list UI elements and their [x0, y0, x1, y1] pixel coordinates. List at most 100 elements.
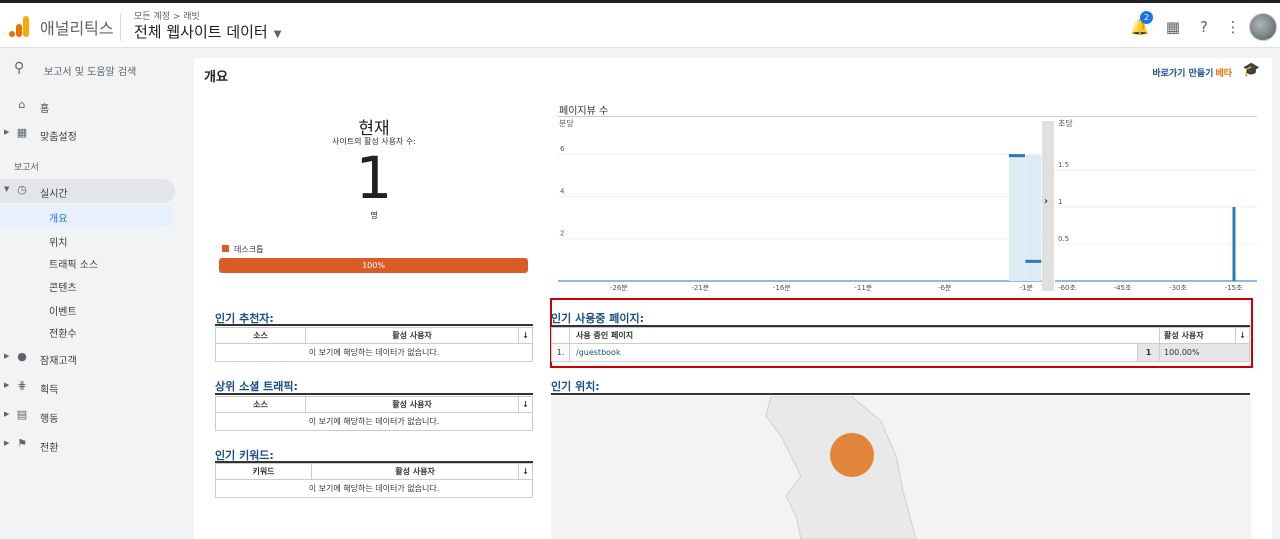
home-icon: ⌂ [18, 98, 26, 111]
sidebar-item-label: 맞춤설정 [40, 132, 77, 143]
app-name[interactable]: 애널리틱스 [40, 15, 114, 39]
bar-second--15 [1232, 207, 1236, 281]
location-bubble [830, 433, 874, 477]
analytics-logo-icon[interactable] [8, 15, 30, 37]
shortcut-label: 바로가기 만들기 [1152, 69, 1214, 79]
y-tick-label: 1.5 [1058, 161, 1069, 169]
sidebar-item-conversions[interactable]: ▶ ⚑ 전환 [0, 433, 190, 457]
dashboard-icon: ▦ [16, 126, 28, 139]
property-selector[interactable]: 전체 웹사이트 데이터 ▼ [134, 21, 281, 42]
create-shortcut-link[interactable]: 바로가기 만들기 베타 [1152, 66, 1232, 79]
col-header-active-users[interactable]: 활성 사용자 [305, 396, 519, 413]
y-tick-label: 6 [560, 145, 565, 153]
col-header-keyword[interactable]: 키워드 [215, 463, 312, 480]
sidebar-subitem-events[interactable]: 이벤트 [0, 298, 175, 320]
search-icon: ⚲ [14, 60, 25, 76]
divider [120, 13, 121, 41]
col-header-source[interactable]: 소스 [215, 396, 306, 413]
top-bar: 애널리틱스 모든 계정 > 래빗 전체 웹사이트 데이터 ▼ 🔔 2 ▦ ? ⋮ [0, 0, 1280, 48]
property-name: 전체 웹사이트 데이터 [134, 23, 268, 41]
sidebar-item-behavior[interactable]: ▶ ▤ 행동 [0, 404, 190, 428]
sidebar-item-home[interactable]: ⌂ 홈 [0, 94, 190, 118]
more-vert-icon[interactable]: ⋮ [1223, 17, 1243, 37]
row-page-link[interactable]: /guestbook [569, 343, 1138, 362]
sort-arrow-icon[interactable]: ↓ [518, 463, 533, 480]
chevron-right-icon: › [1044, 196, 1048, 207]
avatar[interactable] [1249, 13, 1277, 41]
panel-divider [551, 393, 1250, 395]
top-social-title: 상위 소셜 트래픽: [215, 380, 298, 393]
col-header-active-users[interactable]: 활성 사용자 [305, 327, 519, 344]
x-tick-label: -21분 [691, 284, 709, 291]
legend-swatch [222, 245, 229, 252]
help-icon[interactable]: ? [1194, 17, 1214, 37]
active-users-unit: 명 [370, 211, 378, 220]
x-tick-label: -15초 [1225, 284, 1243, 291]
sort-arrow-icon[interactable]: ↓ [518, 396, 533, 413]
sort-arrow-icon[interactable]: ↓ [518, 327, 533, 344]
active-users-count: 1 [355, 144, 393, 212]
sidebar-subitem-locations[interactable]: 위치 [0, 229, 175, 251]
sidebar-subitem-traffic-sources[interactable]: 트래픽 소스 [0, 251, 175, 273]
expand-arrow-icon: ▶ [4, 381, 10, 389]
second-chart-title: 초당 [1058, 118, 1073, 128]
expand-arrow-icon: ▶ [4, 128, 10, 136]
top-pages-table: 사용 중인 페이지 활성 사용자 ↓ 1. /guestbook 1 100.0… [551, 327, 1250, 362]
beta-badge: 베타 [1215, 69, 1232, 79]
bar--2 [1009, 154, 1025, 158]
search-placeholder: 보고서 및 도움말 검색 [44, 67, 137, 78]
main-content: 개요 바로가기 만들기 베타 🎓 현재 사이트의 활성 사용자 수: 1 명 데스… [194, 58, 1272, 539]
y-tick-label: 0.5 [1058, 235, 1069, 243]
top-referrals-table: 소스 활성 사용자 ↓ 이 보기에 해당하는 데이터가 없습니다. [215, 327, 533, 362]
x-tick-label: -11분 [854, 284, 872, 291]
col-header-active-users[interactable]: 활성 사용자 [311, 463, 519, 480]
y-tick-label: 4 [560, 187, 565, 195]
col-header-rank [551, 327, 570, 344]
location-map[interactable] [551, 396, 1251, 539]
y-tick-label: 2 [560, 230, 564, 238]
sidebar-item-audience[interactable]: ▶ ● 잠재고객 [0, 346, 190, 370]
sidebar-item-label: 행동 [40, 414, 59, 425]
pageviews-chart-svg: 분당 2 4 6 -26분 -21분 -16분 -11분 -6분 -1분 › 초당 0.5 1 1.5 -60… [558, 118, 1257, 292]
device-legend: 데스크톱 [222, 244, 263, 255]
empty-message: 이 보기에 해당하는 데이터가 없습니다. [215, 479, 533, 498]
minute-plot-area [558, 121, 1042, 281]
sidebar-item-label: 획득 [40, 385, 59, 396]
sidebar-item-customization[interactable]: ▶ ▦ 맞춤설정 [0, 122, 190, 146]
sidebar-subitem-overview[interactable]: 개요 [0, 205, 175, 227]
col-header-active-users[interactable]: 활성 사용자 [1159, 327, 1236, 344]
minute-chart-title: 분당 [559, 118, 574, 128]
flag-icon: ⚑ [17, 437, 27, 450]
search-box[interactable]: ⚲ 보고서 및 도움말 검색 [0, 56, 190, 84]
sidebar-subitem-conversions[interactable]: 전환수 [0, 320, 175, 342]
sidebar-item-label: 잠재고객 [40, 356, 77, 367]
pageviews-title: 페이지뷰 수 [559, 106, 609, 117]
graduation-cap-icon[interactable]: 🎓 [1243, 62, 1260, 78]
top-locations-title: 인기 위치: [551, 380, 600, 393]
sidebar-item-realtime[interactable]: ▼ ◷ 실시간 [0, 179, 175, 203]
bar--1 [1025, 259, 1042, 263]
sidebar-subitem-content[interactable]: 콘텐츠 [0, 274, 175, 296]
panel-divider [215, 393, 533, 395]
sidebar-subitem-label: 개요 [49, 214, 68, 225]
page-title: 개요 [204, 70, 228, 85]
x-tick-label: -1분 [1020, 284, 1034, 291]
sort-arrow-icon[interactable]: ↓ [1235, 327, 1250, 344]
device-legend-label: 데스크톱 [234, 245, 264, 254]
row-rank: 1. [551, 343, 570, 362]
sidebar-subitem-label: 트래픽 소스 [49, 260, 99, 271]
reports-section-label: 보고서 [14, 163, 39, 173]
apps-grid-icon[interactable]: ▦ [1163, 17, 1183, 37]
col-header-page[interactable]: 사용 중인 페이지 [569, 327, 1160, 344]
x-tick-label: -6분 [938, 284, 952, 291]
sidebar-item-label: 실시간 [40, 189, 68, 200]
col-header-source[interactable]: 소스 [215, 327, 306, 344]
map-svg [765, 396, 917, 539]
empty-message: 이 보기에 해당하는 데이터가 없습니다. [215, 343, 533, 362]
notifications-bell-icon[interactable]: 🔔 2 [1130, 11, 1153, 37]
sidebar-subitem-label: 콘텐츠 [49, 283, 77, 294]
acquisition-icon: ⋕ [17, 379, 27, 392]
sidebar-item-acquisition[interactable]: ▶ ⋕ 획득 [0, 375, 190, 399]
expand-arrow-icon: ▶ [4, 410, 10, 418]
person-icon: ● [17, 350, 27, 363]
